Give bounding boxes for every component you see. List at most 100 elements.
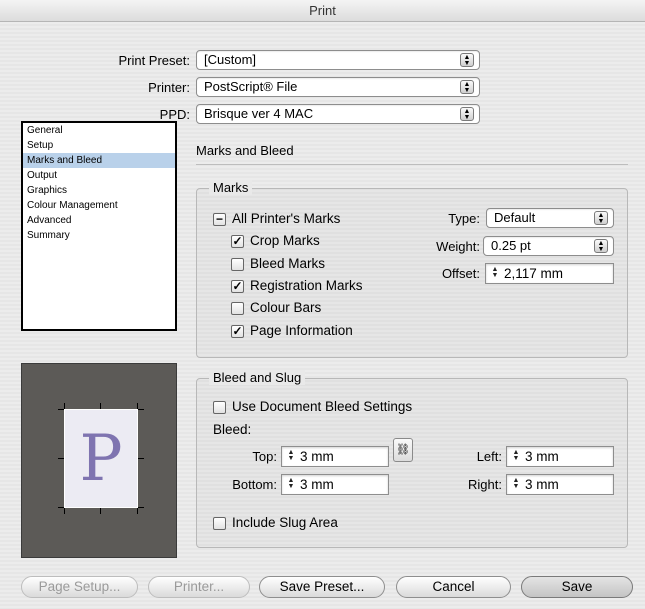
sidebar-item-advanced[interactable]: Advanced: [23, 213, 175, 228]
bottom-label: Bottom:: [232, 477, 277, 492]
bottom-bleed-field[interactable]: ▲ ▼ 3 mm: [281, 474, 389, 495]
top-bleed-value: 3 mm: [300, 449, 334, 464]
page-setup-button[interactable]: Page Setup...: [21, 576, 138, 598]
up-down-arrows-icon: ▲ ▼: [460, 80, 474, 94]
preview-letter: P: [79, 422, 123, 496]
stepper-arrows-icon[interactable]: ▲ ▼: [510, 449, 522, 463]
stepper-arrows-icon[interactable]: ▲ ▼: [285, 449, 297, 463]
crop-mark: [138, 409, 144, 410]
offset-value: 2,117 mm: [504, 266, 564, 281]
print-preset-label: Print Preset:: [118, 53, 190, 68]
include-slug-checkbox[interactable]: Include Slug Area: [213, 515, 338, 532]
printer-label: Printer:: [148, 80, 190, 95]
ppd-label: PPD:: [159, 107, 190, 122]
stepper-arrows-icon[interactable]: ▲ ▼: [285, 477, 297, 491]
crop-mark: [138, 507, 144, 508]
page-information-label: Page Information: [250, 323, 353, 338]
registration-mark: [138, 458, 144, 459]
up-down-arrows-icon: ▲ ▼: [460, 53, 474, 67]
crop-mark: [64, 508, 65, 514]
stepper-arrows-icon[interactable]: ▲ ▼: [489, 266, 501, 280]
use-document-bleed-label: Use Document Bleed Settings: [232, 399, 413, 414]
use-document-bleed-checkbox[interactable]: Use Document Bleed Settings: [213, 399, 412, 416]
print-preset-value: [Custom]: [204, 52, 257, 67]
save-button[interactable]: Save: [521, 576, 633, 598]
printer-value: PostScript® File: [204, 79, 298, 94]
bleed-marks-label: Bleed Marks: [250, 256, 326, 271]
sidebar-item-graphics[interactable]: Graphics: [23, 183, 175, 198]
weight-value: 0.25 pt: [491, 238, 531, 253]
checkmark-icon: ✓: [231, 324, 244, 338]
left-bleed-value: 3 mm: [525, 449, 559, 464]
bleed-and-slug-group-label: Bleed and Slug: [209, 370, 306, 385]
colour-bars-checkbox[interactable]: Colour Bars: [231, 300, 321, 317]
sidebar-item-summary[interactable]: Summary: [23, 228, 175, 243]
weight-popup[interactable]: 0.25 pt ▲ ▼: [483, 236, 614, 256]
unchecked-box-icon: [213, 401, 226, 414]
print-preset-popup[interactable]: [Custom] ▲ ▼: [196, 50, 480, 70]
window-title: Print: [309, 3, 336, 18]
type-label: Type:: [448, 211, 480, 226]
sidebar-item-setup[interactable]: Setup: [23, 138, 175, 153]
preview-page: P: [64, 409, 138, 508]
right-label: Right:: [468, 477, 502, 492]
cancel-button[interactable]: Cancel: [396, 576, 511, 598]
chain-link-icon[interactable]: ⛓: [393, 438, 413, 462]
crop-mark: [137, 403, 138, 409]
unchecked-box-icon: [231, 302, 244, 315]
top-bleed-field[interactable]: ▲ ▼ 3 mm: [281, 446, 389, 467]
window-titlebar: Print: [0, 0, 645, 22]
printer-button[interactable]: Printer...: [148, 576, 250, 598]
up-down-arrows-icon: ▲ ▼: [594, 211, 608, 225]
sidebar-item-output[interactable]: Output: [23, 168, 175, 183]
ppd-popup[interactable]: Brisque ver 4 MAC ▲ ▼: [196, 104, 480, 124]
colour-bars-label: Colour Bars: [250, 300, 322, 315]
up-down-arrows-icon: ▲ ▼: [460, 107, 474, 121]
unchecked-box-icon: [231, 258, 244, 271]
sidebar-item-general[interactable]: General: [23, 123, 175, 138]
up-down-arrows-icon: ▲ ▼: [594, 239, 608, 253]
registration-marks-checkbox[interactable]: ✓ Registration Marks: [231, 278, 363, 295]
type-popup[interactable]: Default ▲ ▼: [486, 208, 614, 228]
crop-marks-label: Crop Marks: [250, 233, 320, 248]
bleed-label: Bleed:: [213, 422, 252, 437]
panel-title: Marks and Bleed: [196, 143, 294, 158]
marks-group-label: Marks: [209, 180, 253, 195]
sidebar-item-colour-management[interactable]: Colour Management: [23, 198, 175, 213]
ppd-value: Brisque ver 4 MAC: [204, 106, 314, 121]
offset-label: Offset:: [441, 266, 480, 281]
stepper-arrows-icon[interactable]: ▲ ▼: [510, 477, 522, 491]
weight-label: Weight:: [436, 239, 480, 254]
top-label: Top:: [252, 449, 277, 464]
registration-mark: [100, 508, 101, 514]
crop-mark: [64, 403, 65, 409]
include-slug-label: Include Slug Area: [232, 515, 338, 530]
all-printers-marks-checkbox[interactable]: − All Printer's Marks: [213, 211, 340, 228]
save-preset-button[interactable]: Save Preset...: [259, 576, 385, 598]
registration-marks-label: Registration Marks: [250, 278, 363, 293]
unchecked-box-icon: [213, 517, 226, 530]
bottom-bleed-value: 3 mm: [300, 477, 334, 492]
panel-title-divider: [196, 164, 628, 165]
page-preview: P: [21, 363, 177, 558]
left-label: Left:: [476, 449, 502, 464]
offset-field[interactable]: ▲ ▼ 2,117 mm: [485, 263, 614, 284]
right-bleed-value: 3 mm: [525, 477, 559, 492]
sidebar-item-marks-and-bleed[interactable]: Marks and Bleed: [23, 153, 175, 168]
checkmark-icon: ✓: [231, 279, 244, 293]
type-value: Default: [494, 210, 536, 225]
category-list[interactable]: General Setup Marks and Bleed Output Gra…: [21, 121, 177, 331]
crop-mark: [137, 508, 138, 514]
page-information-checkbox[interactable]: ✓ Page Information: [231, 323, 353, 340]
crop-mark: [58, 409, 64, 410]
registration-mark: [58, 458, 64, 459]
registration-mark: [100, 403, 101, 409]
printer-popup[interactable]: PostScript® File ▲ ▼: [196, 77, 480, 97]
all-printers-marks-label: All Printer's Marks: [232, 211, 341, 226]
left-bleed-field[interactable]: ▲ ▼ 3 mm: [506, 446, 614, 467]
crop-marks-checkbox[interactable]: ✓ Crop Marks: [231, 233, 320, 250]
mixed-state-icon: −: [213, 213, 226, 226]
bleed-marks-checkbox[interactable]: Bleed Marks: [231, 256, 325, 273]
right-bleed-field[interactable]: ▲ ▼ 3 mm: [506, 474, 614, 495]
checkmark-icon: ✓: [231, 234, 244, 248]
